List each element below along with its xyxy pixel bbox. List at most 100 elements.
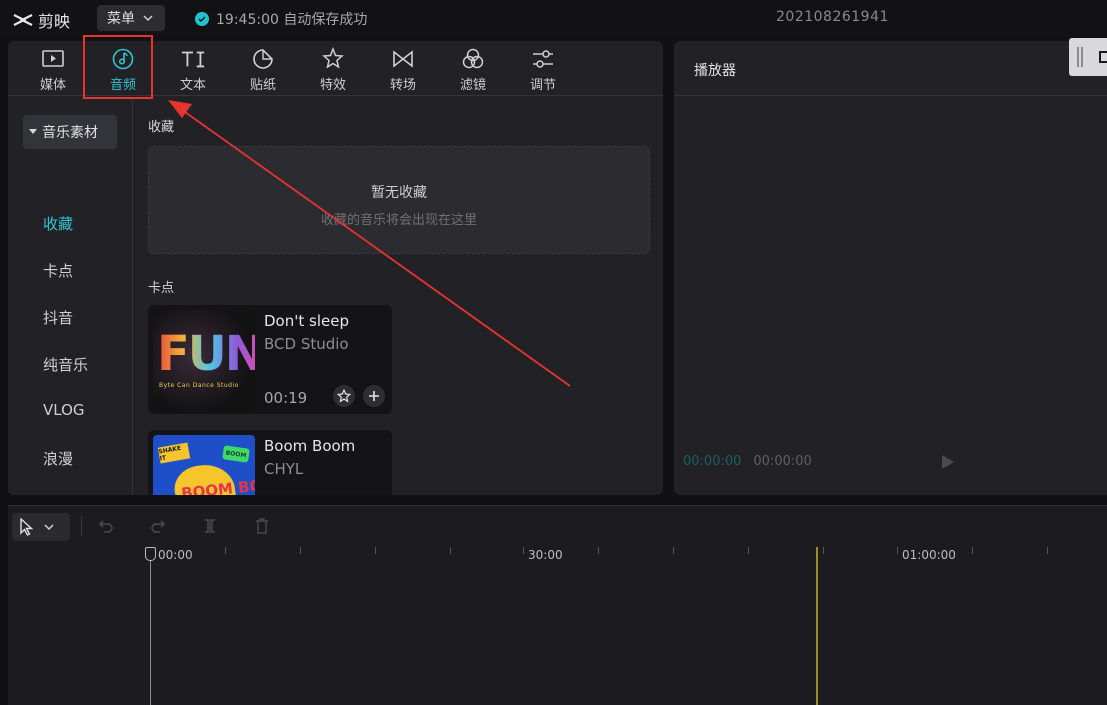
title-bar: 剪映 菜单 19:45:00 自动保存成功 202108261941 [0, 0, 1107, 36]
player-timecode: 00:00:00 00:00:00 [683, 454, 812, 469]
player-header: 播放器 [674, 41, 1107, 96]
current-time: 00:00:00 [683, 454, 742, 469]
playhead-handle[interactable] [145, 547, 156, 561]
sidebar-item-kadian[interactable]: 卡点 [43, 260, 73, 281]
cover-subtitle: Byte Can Dance Studio [159, 382, 239, 389]
transition-icon [390, 47, 416, 71]
playhead[interactable] [150, 555, 151, 705]
add-track-button[interactable] [363, 385, 385, 407]
ruler-label: 01:00:00 [902, 548, 956, 562]
track-artist: BCD Studio [264, 335, 349, 353]
project-name[interactable]: 202108261941 [776, 9, 889, 25]
audio-content: 收藏 暂无收藏 收藏的音乐将会出现在这里 卡点 FUN Byte Can Dan… [134, 97, 663, 495]
ruler-tick [450, 547, 451, 554]
category-label: 音乐素材 [42, 125, 98, 141]
favorites-empty-state: 暂无收藏 收藏的音乐将会出现在这里 [148, 146, 650, 254]
tab-label: 贴纸 [249, 78, 276, 93]
sidebar-item-romance[interactable]: 浪漫 [43, 448, 73, 469]
favorites-section-label: 收藏 [148, 120, 175, 135]
tab-effects[interactable]: 特效 [303, 44, 363, 94]
delete-button[interactable] [252, 516, 272, 536]
play-icon [942, 455, 954, 469]
panel-drag-handle[interactable] [1069, 38, 1107, 76]
ruler-label: 00:00 [158, 548, 193, 562]
check-icon [195, 12, 209, 26]
ruler-tick [300, 547, 301, 554]
tab-media[interactable]: 媒体 [23, 44, 83, 94]
ruler-tick [748, 547, 749, 554]
music-card[interactable]: FUN Byte Can Dance Studio Don't sleep BC… [148, 305, 392, 414]
ruler-label: 30:00 [528, 548, 563, 562]
tab-text[interactable]: 文本 [163, 44, 223, 94]
album-cover: FUN Byte Can Dance Studio [153, 310, 255, 412]
split-button[interactable] [200, 516, 220, 536]
music-category-header[interactable]: 音乐素材 [23, 115, 117, 149]
track-title: Boom Boom [264, 437, 356, 455]
total-time: 00:00:00 [753, 454, 812, 469]
ruler-tick [897, 547, 898, 554]
undo-button[interactable] [96, 516, 116, 536]
sidebar-item-douyin[interactable]: 抖音 [43, 307, 73, 328]
ruler-tick [523, 547, 524, 554]
annotation-highlight-box [83, 35, 153, 99]
capcut-logo-icon [13, 14, 33, 26]
star-icon [337, 389, 351, 403]
sticker-icon [250, 47, 276, 71]
kadian-section-label: 卡点 [148, 281, 175, 296]
chevron-down-icon [143, 15, 153, 21]
tab-label: 媒体 [39, 78, 66, 93]
track-duration: 00:19 [264, 389, 308, 407]
ruler-tick [225, 547, 226, 554]
filter-icon [460, 47, 486, 71]
tab-adjust[interactable]: 调节 [513, 44, 573, 94]
select-tool-button[interactable] [12, 513, 70, 541]
divider [81, 516, 82, 536]
tab-transition[interactable]: 转场 [373, 44, 433, 94]
app-logo: 剪映 [12, 8, 70, 32]
player-title: 播放器 [694, 63, 736, 79]
ruler-tick [1047, 547, 1048, 554]
cover-title: FUN [157, 326, 255, 382]
ruler-tick [972, 547, 973, 554]
effects-icon [320, 47, 346, 71]
text-icon [180, 47, 206, 71]
menu-button[interactable]: 菜单 [97, 5, 165, 31]
ruler-tick [598, 547, 599, 554]
menu-label: 菜单 [107, 11, 135, 27]
ruler-tick [375, 547, 376, 554]
tab-label: 文本 [179, 78, 206, 93]
ruler-tick [673, 547, 674, 554]
audio-category-sidebar: 音乐素材 收藏 卡点 抖音 纯音乐 VLOG 浪漫 旅行 [8, 97, 133, 495]
favorite-button[interactable] [333, 385, 355, 407]
tab-label: 调节 [529, 78, 556, 93]
player-panel: 播放器 00:00:00 00:00:00 [674, 41, 1107, 495]
favorites-empty-subtitle: 收藏的音乐将会出现在这里 [320, 213, 477, 228]
sidebar-item-vlog[interactable]: VLOG [43, 401, 85, 419]
app-name: 剪映 [38, 12, 71, 31]
redo-icon [151, 520, 166, 533]
favorites-empty-title: 暂无收藏 [371, 185, 427, 201]
album-cover: SHAKE IT BOOM BOOM BOOM [153, 435, 255, 495]
media-icon [40, 47, 66, 71]
undo-icon [98, 520, 113, 533]
timeline-ruler[interactable]: 00:00 30:00 01:00:00 [8, 547, 1107, 567]
tab-label: 特效 [319, 78, 346, 93]
timeline-toolbar [8, 505, 1107, 547]
adjust-icon [530, 47, 556, 71]
trash-icon [256, 518, 268, 534]
resource-panel: 媒体 音频 文本 贴纸 特效 转场 滤镜 调节 音乐素材 收藏 卡点 抖音 纯音… [8, 41, 663, 495]
sidebar-item-favorites[interactable]: 收藏 [43, 213, 73, 234]
timeline-panel: 00:00 30:00 01:00:00 [8, 505, 1107, 705]
cover-tag: SHAKE IT [157, 442, 191, 464]
redo-button[interactable] [148, 516, 168, 536]
play-button[interactable] [941, 454, 955, 474]
music-card[interactable]: SHAKE IT BOOM BOOM BOOM Boom Boom CHYL [148, 430, 392, 495]
sidebar-item-pure-music[interactable]: 纯音乐 [43, 354, 88, 375]
ruler-tick [823, 547, 824, 554]
timeline-marker [816, 547, 818, 705]
cover-tag: BOOM [222, 445, 250, 463]
tab-filter[interactable]: 滤镜 [443, 44, 503, 94]
chevron-down-icon [44, 524, 54, 530]
tab-sticker[interactable]: 贴纸 [233, 44, 293, 94]
split-icon [205, 519, 215, 533]
